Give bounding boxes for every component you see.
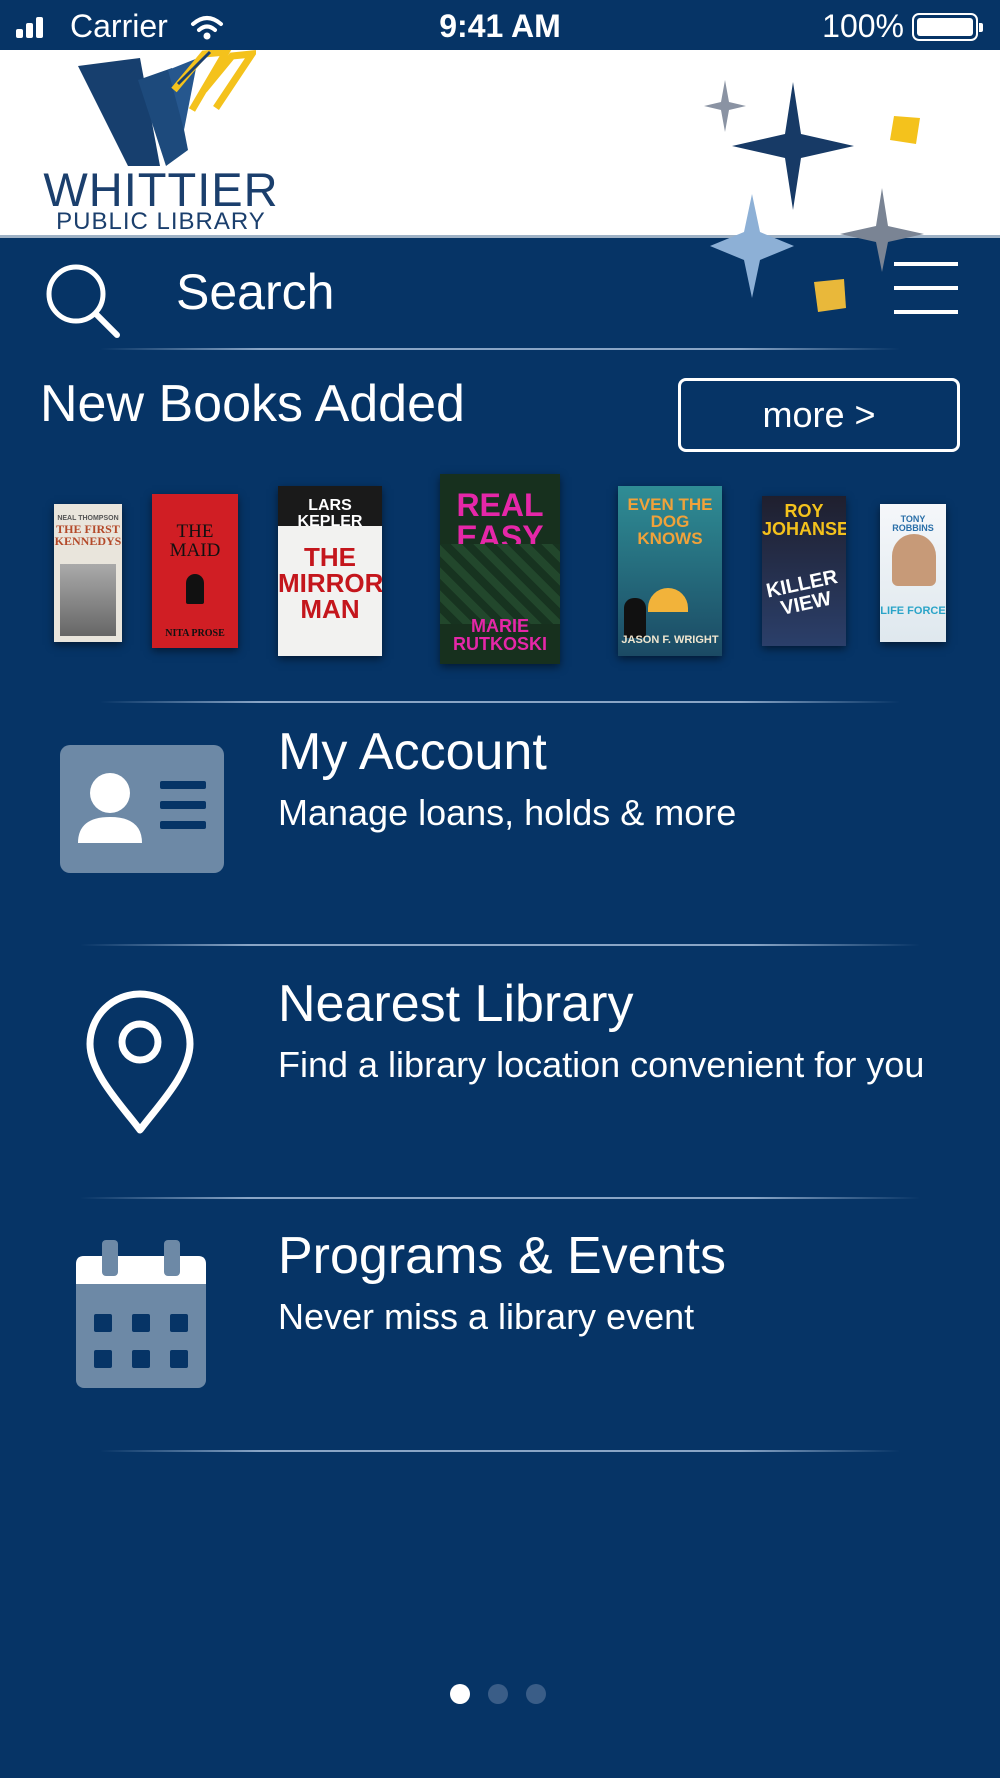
calendar-icon — [76, 1240, 206, 1388]
menu-item-title: Nearest Library — [278, 975, 634, 1033]
divider — [80, 1197, 920, 1199]
book-cover[interactable]: THE MAID NITA PROSE — [152, 494, 238, 648]
account-card-icon — [60, 745, 224, 873]
search-input[interactable] — [176, 262, 676, 322]
new-books-heading: New Books Added — [40, 375, 465, 433]
logo-w-mark-icon — [78, 50, 256, 166]
page-dot-active[interactable] — [450, 1684, 470, 1704]
page-indicator — [450, 1684, 550, 1708]
menu-item-title: My Account — [278, 723, 547, 781]
search-icon[interactable] — [42, 260, 122, 340]
book-cover[interactable]: NEAL THOMPSON THE FIRST KENNEDYS — [54, 504, 122, 642]
battery-percent: 100% — [822, 8, 904, 44]
book-cover[interactable]: EVEN THE DOG KNOWS JASON F. WRIGHT — [618, 486, 722, 656]
more-books-button[interactable]: more > — [678, 378, 960, 452]
logo-subtitle: PUBLIC LIBRARY — [56, 208, 266, 235]
library-logo[interactable]: WHITTIER PUBLIC LIBRARY — [36, 50, 286, 238]
book-cover[interactable]: REAL EASY MARIE RUTKOSKI — [440, 474, 560, 664]
divider — [100, 1450, 900, 1452]
search-bar — [0, 240, 1000, 350]
divider — [100, 348, 900, 350]
battery-icon — [912, 13, 983, 41]
page-dot[interactable] — [526, 1684, 546, 1704]
menu-item-subtitle: Find a library location convenient for y… — [278, 1044, 925, 1085]
hamburger-menu-icon[interactable] — [894, 260, 960, 320]
book-cover[interactable]: LARS KEPLER THE MIRROR MAN — [278, 486, 382, 656]
menu-item-title: Programs & Events — [278, 1227, 726, 1285]
page-dot[interactable] — [488, 1684, 508, 1704]
menu-item-subtitle: Manage loans, holds & more — [278, 792, 737, 833]
menu-item-subtitle: Never miss a library event — [278, 1296, 695, 1337]
divider — [80, 944, 920, 946]
book-cover[interactable]: TONY ROBBINS LIFE FORCE — [880, 504, 946, 642]
map-pin-icon — [86, 990, 194, 1134]
book-cover[interactable]: ROY JOHANSEN KILLER VIEW — [762, 496, 846, 646]
status-bar: Carrier 9:41 AM 100% — [0, 0, 1000, 50]
app-header: WHITTIER PUBLIC LIBRARY — [0, 50, 1000, 238]
divider — [100, 701, 900, 703]
